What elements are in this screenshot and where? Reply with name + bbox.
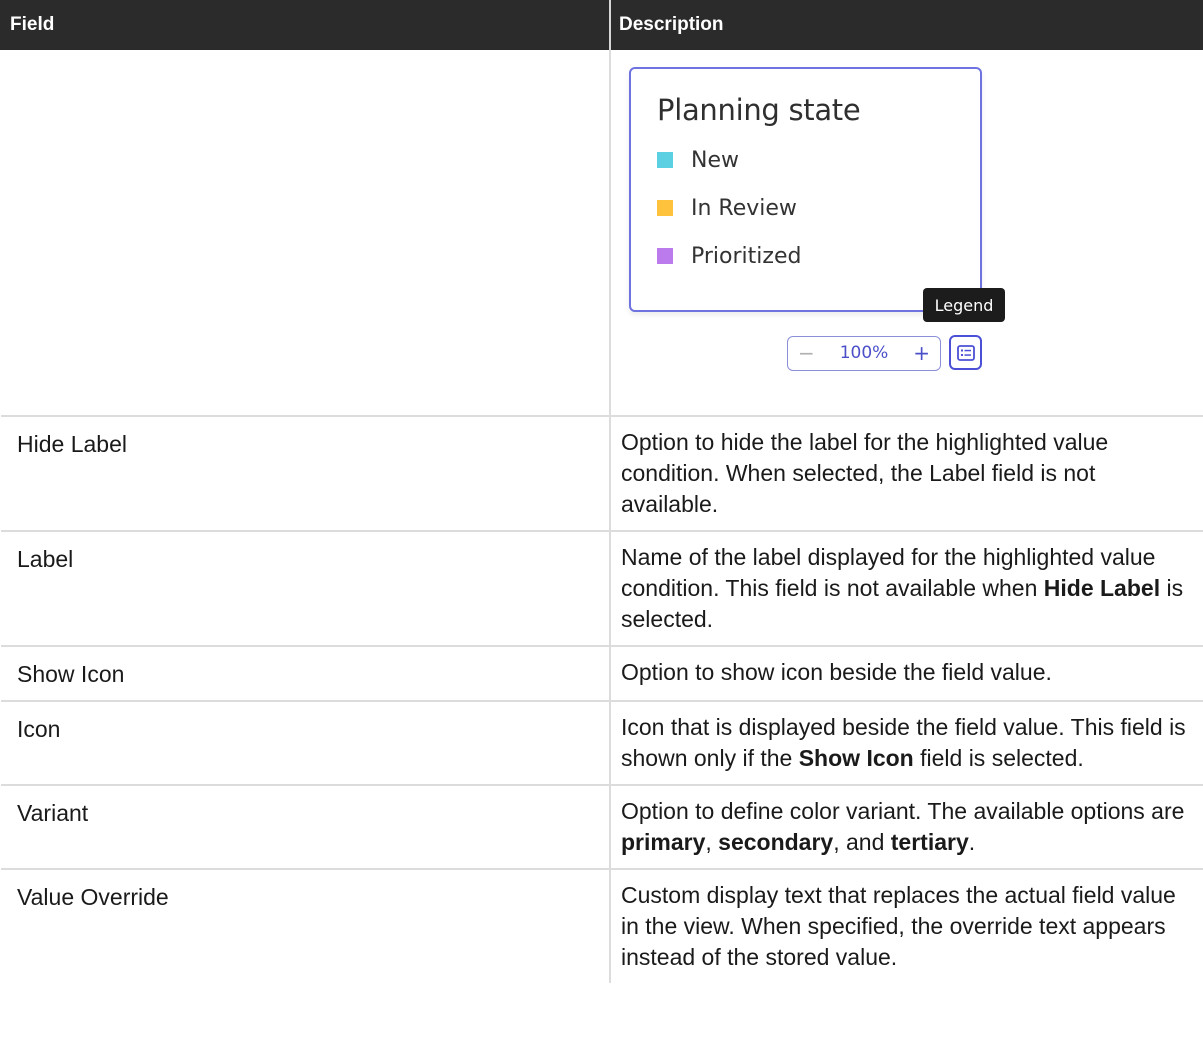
legend-item-label: New [691, 147, 739, 173]
legend-tooltip: Legend [923, 288, 1005, 322]
legend-item-prioritized: Prioritized [657, 242, 801, 270]
description-cell: Option to hide the label for the highlig… [610, 416, 1203, 532]
description-cell: Custom display text that replaces the ac… [621, 882, 1176, 970]
option-secondary: secondary [718, 829, 834, 855]
legend-swatch-new [657, 152, 673, 168]
separator-text: , and [833, 829, 891, 855]
table-row: Show Icon Option to show icon beside the… [1, 646, 1203, 702]
description-cell: Name of the label displayed for the high… [610, 531, 1203, 647]
header-field: Field [0, 0, 611, 50]
legend-title: Planning state [657, 93, 861, 127]
zoom-out-button[interactable]: − [798, 338, 815, 369]
table-row: Label Name of the label displayed for th… [1, 531, 1203, 647]
table-row: Variant Option to define color variant. … [1, 785, 1203, 870]
legend-item-label: In Review [691, 195, 797, 221]
legend-item-new: New [657, 146, 739, 174]
separator-text: , [705, 829, 719, 855]
table-row-legend-preview: Planning state New In Review Prioritized [1, 50, 1203, 417]
field-cell: Label [1, 531, 611, 647]
zoom-control: − 100% + [787, 336, 941, 371]
legend-item-in-review: In Review [657, 194, 797, 222]
description-text: Option to define color variant. The avai… [621, 798, 1185, 824]
zoom-level: 100% [839, 343, 889, 363]
table-header-row: Field Description [0, 0, 1203, 50]
field-cell: Variant [1, 785, 611, 870]
table-row: Icon Icon that is displayed beside the f… [1, 701, 1203, 786]
description-bold-text: Hide Label [1043, 575, 1161, 601]
field-cell: Show Icon [1, 646, 611, 702]
header-description: Description [609, 0, 1203, 50]
zoom-in-button[interactable]: + [913, 338, 930, 369]
legend-item-label: Prioritized [691, 243, 802, 269]
table-row: Value Override Custom display text that … [1, 869, 1203, 983]
description-text: field is selected. [913, 745, 1084, 771]
description-bold-text: Show Icon [798, 745, 914, 771]
option-tertiary: tertiary [890, 829, 969, 855]
legend-list-icon [956, 344, 975, 361]
legend-swatch-in-review [657, 200, 673, 216]
description-cell: Option to show icon beside the field val… [610, 646, 1203, 702]
option-primary: primary [621, 829, 706, 855]
field-cell: Value Override [1, 869, 611, 983]
empty-field-cell [1, 50, 611, 417]
legend-preview-image: Planning state New In Review Prioritized [611, 50, 1203, 415]
description-cell: Icon that is displayed beside the field … [610, 701, 1203, 786]
table-row: Hide Label Option to hide the label for … [1, 416, 1203, 532]
legend-preview-cell: Planning state New In Review Prioritized [610, 50, 1203, 417]
field-description-table: Field Description Planning state New In … [0, 0, 1203, 983]
legend-toggle-button[interactable] [949, 335, 982, 370]
field-cell: Hide Label [1, 416, 611, 532]
field-cell: Icon [1, 701, 611, 786]
end-punctuation: . [968, 829, 976, 855]
legend-swatch-prioritized [657, 248, 673, 264]
legend-panel: Planning state New In Review Prioritized [629, 67, 982, 312]
description-cell: Option to define color variant. The avai… [610, 785, 1203, 870]
